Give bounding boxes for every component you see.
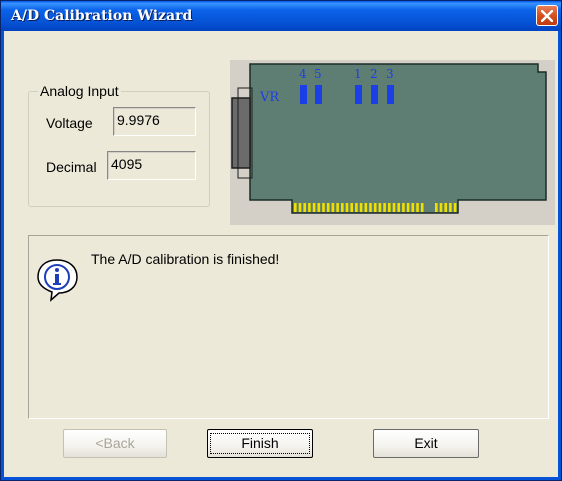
window-border-bottom: [1, 477, 561, 480]
daq-board-graphic: VR 4 5 1 2 3: [231, 63, 547, 214]
finish-button[interactable]: Finish: [207, 429, 313, 458]
connector-pin: [392, 203, 396, 212]
jumper-label-1: 1: [354, 67, 362, 81]
connector-pin: [322, 203, 325, 212]
connector-pin: [444, 203, 447, 212]
connector-pin: [411, 203, 415, 212]
connector-pin: [383, 203, 386, 212]
connector-pin: [298, 203, 302, 212]
connector-pin: [345, 203, 349, 212]
back-button-label: <Back: [95, 435, 135, 451]
window-title: A/D Calibration Wizard: [11, 8, 193, 24]
connector-pin: [359, 203, 363, 212]
connector-pin: [294, 203, 297, 212]
connector-pin: [388, 203, 391, 212]
jumper-5: [315, 85, 322, 104]
title-bar[interactable]: A/D Calibration Wizard: [1, 1, 561, 31]
connector-pin: [378, 203, 382, 212]
exit-button-label: Exit: [414, 435, 438, 451]
voltage-label: Voltage: [46, 115, 93, 131]
connector-pin: [449, 203, 452, 212]
connector-pin: [439, 203, 443, 212]
close-button[interactable]: [536, 5, 558, 26]
jumper-4: [300, 85, 307, 104]
calibration-wizard-window: A/D Calibration Wizard Analog Input Volt…: [0, 0, 562, 481]
connector-pin: [453, 203, 457, 212]
jumper-3: [387, 85, 394, 104]
daq-card-illustration: VR 4 5 1 2 3: [230, 60, 555, 225]
connector-pin: [373, 203, 377, 212]
voltage-value-field: 9.9976: [113, 107, 196, 136]
jumper-2: [371, 85, 378, 104]
vr-label: VR: [259, 90, 280, 105]
close-icon: [541, 10, 553, 22]
back-button[interactable]: <Back: [63, 429, 167, 458]
jumper-label-2: 2: [370, 67, 378, 81]
finish-button-label: Finish: [210, 433, 310, 454]
connector-pin: [350, 203, 353, 212]
decimal-value-field: 4095: [107, 151, 196, 180]
connector-pin: [435, 203, 438, 212]
connector-pin: [397, 203, 400, 212]
analog-input-group-label: Analog Input: [38, 83, 121, 99]
connector-pin: [308, 203, 311, 212]
connector-pin: [326, 203, 330, 212]
connector-pin: [355, 203, 358, 212]
connector-pin: [416, 203, 419, 212]
connector-pin: [420, 203, 424, 212]
connector-pin: [303, 203, 306, 212]
jumper-label-5: 5: [314, 67, 322, 81]
connector-pin: [341, 203, 344, 212]
status-message: The A/D calibration is finished!: [91, 251, 280, 267]
connector-pin: [312, 203, 316, 212]
window-border-left: [1, 31, 4, 479]
window-border-right: [558, 31, 561, 479]
exit-button[interactable]: Exit: [373, 429, 479, 458]
connector-pin: [402, 203, 405, 212]
jumper-label-4: 4: [299, 67, 307, 81]
jumper-1: [355, 85, 362, 104]
decimal-label: Decimal: [46, 159, 97, 175]
connector-pin: [317, 203, 321, 212]
jumper-label-3: 3: [386, 67, 394, 81]
connector-pin: [331, 203, 335, 212]
connector-pin: [364, 203, 368, 212]
connector-pin: [369, 203, 372, 212]
connector-pin: [406, 203, 410, 212]
connector-pin: [336, 203, 339, 212]
info-icon: [34, 256, 80, 307]
